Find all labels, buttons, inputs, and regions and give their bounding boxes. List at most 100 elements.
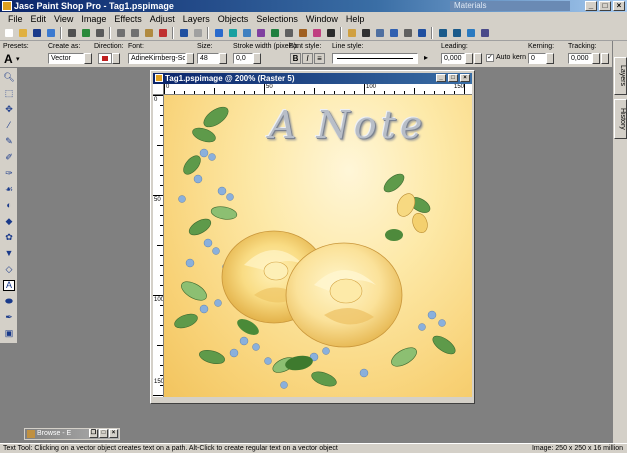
kerning-spinner[interactable] xyxy=(546,53,554,64)
close-button[interactable]: × xyxy=(613,1,625,11)
window-tile-icon[interactable] xyxy=(436,26,449,39)
preset-shape-tool-icon[interactable]: ⬬ xyxy=(3,296,15,307)
menu-objects[interactable]: Objects xyxy=(214,14,253,24)
create-as-select[interactable]: Vector xyxy=(48,53,84,64)
maximize-button[interactable]: □ xyxy=(599,1,611,11)
toggle-palettes-icon[interactable] xyxy=(464,26,477,39)
brush-icon[interactable] xyxy=(359,26,372,39)
document-minimize-button[interactable]: _ xyxy=(436,74,446,82)
tool-palette-icon[interactable] xyxy=(226,26,239,39)
zoom-icon[interactable] xyxy=(345,26,358,39)
auto-kern-checkbox[interactable]: ✓ xyxy=(486,54,494,62)
direction-dropdown-button[interactable] xyxy=(112,53,120,64)
vertical-ruler[interactable]: 0 50 100 150 xyxy=(153,95,164,397)
air-brush-tool-icon[interactable]: ◇ xyxy=(3,264,15,275)
learning-center-icon[interactable] xyxy=(324,26,337,39)
text-preset-icon[interactable]: A xyxy=(4,52,13,66)
menu-effects[interactable]: Effects xyxy=(110,14,145,24)
italic-button[interactable]: I xyxy=(302,53,313,64)
leading-input[interactable]: 0,000 xyxy=(441,53,465,64)
pen-tool-icon[interactable]: ✒ xyxy=(3,312,15,323)
camera-icon[interactable] xyxy=(93,26,106,39)
pan-icon[interactable] xyxy=(373,26,386,39)
picture-tube-tool-icon[interactable]: ✿ xyxy=(3,232,15,243)
font-dropdown-button[interactable] xyxy=(186,53,194,64)
open-folder-icon[interactable] xyxy=(16,26,29,39)
browse-maximize-button[interactable]: □ xyxy=(99,429,108,438)
customize-icon[interactable] xyxy=(478,26,491,39)
redo-icon[interactable] xyxy=(191,26,204,39)
menu-adjust[interactable]: Adjust xyxy=(146,14,179,24)
object-selector-tool-icon[interactable]: ▣ xyxy=(3,328,15,339)
move-tool-icon[interactable]: ✥ xyxy=(3,104,15,115)
lighten-darken-tool-icon[interactable]: ✑ xyxy=(3,168,15,179)
window-cascade-icon[interactable] xyxy=(450,26,463,39)
document-maximize-button[interactable]: □ xyxy=(448,74,458,82)
document-icon[interactable] xyxy=(155,74,163,82)
paste-icon[interactable] xyxy=(142,26,155,39)
new-file-icon[interactable] xyxy=(2,26,15,39)
kerning-input[interactable]: 0 xyxy=(528,53,546,64)
undo-icon[interactable] xyxy=(177,26,190,39)
stroke-width-input[interactable]: 0,0 xyxy=(233,53,253,64)
document-title-bar[interactable]: Tag1.pspimage @ 200% (Raster 5) _ □ × xyxy=(153,73,472,84)
browse-window-minimized[interactable]: Browse - E ❐ □ × xyxy=(24,428,120,440)
menu-selections[interactable]: Selections xyxy=(252,14,302,24)
script-icon[interactable] xyxy=(296,26,309,39)
menu-view[interactable]: View xyxy=(50,14,77,24)
horizontal-ruler[interactable]: 0 50 100 150 xyxy=(164,84,472,95)
materials-palette-title[interactable]: Materials xyxy=(450,1,570,11)
history-tab[interactable]: History xyxy=(614,99,627,139)
bold-button[interactable]: B xyxy=(290,53,301,64)
menu-window[interactable]: Window xyxy=(302,14,342,24)
dropper-tool-icon[interactable]: ⁄ xyxy=(3,120,15,131)
menu-file[interactable]: File xyxy=(4,14,27,24)
size-select[interactable]: 48 xyxy=(197,53,219,64)
chevron-down-icon[interactable]: ▾ xyxy=(16,55,20,63)
guides-icon[interactable] xyxy=(415,26,428,39)
app-icon[interactable] xyxy=(2,1,12,11)
text-tool-icon[interactable]: A xyxy=(3,280,15,291)
menu-layers[interactable]: Layers xyxy=(179,14,214,24)
create-as-dropdown-button[interactable] xyxy=(84,53,92,64)
ruler-icon[interactable] xyxy=(401,26,414,39)
materials-icon[interactable] xyxy=(240,26,253,39)
line-style-arrow-icon[interactable]: ▸ xyxy=(424,53,428,62)
scan-icon[interactable] xyxy=(79,26,92,39)
line-style-select[interactable] xyxy=(332,53,418,64)
size-dropdown-button[interactable] xyxy=(219,53,227,64)
zoom-tool-icon[interactable]: 🔍︎ xyxy=(3,72,15,83)
overview-icon[interactable] xyxy=(268,26,281,39)
selection-tool-icon[interactable]: ⬚ xyxy=(3,88,15,99)
stroke-width-spinner[interactable] xyxy=(253,53,261,64)
effects-icon[interactable] xyxy=(310,26,323,39)
document-close-button[interactable]: × xyxy=(460,74,470,82)
flood-fill-tool-icon[interactable]: ▼ xyxy=(3,248,15,259)
tracking-input[interactable]: 0,000 xyxy=(568,53,592,64)
browse-restore-button[interactable]: ❐ xyxy=(89,429,98,438)
print-icon[interactable] xyxy=(65,26,78,39)
copy-icon[interactable] xyxy=(128,26,141,39)
paint-brush-tool-icon[interactable]: ✎ xyxy=(3,136,15,147)
tracking-spinner[interactable] xyxy=(592,53,600,64)
browse-icon[interactable] xyxy=(44,26,57,39)
smudge-tool-icon[interactable]: ☙ xyxy=(3,184,15,195)
menu-help[interactable]: Help xyxy=(342,14,369,24)
leading-slider-button[interactable] xyxy=(474,53,482,64)
clone-brush-tool-icon[interactable]: ✐ xyxy=(3,152,15,163)
minimize-button[interactable]: _ xyxy=(585,1,597,11)
cut-icon[interactable] xyxy=(114,26,127,39)
browse-close-button[interactable]: × xyxy=(109,429,118,438)
grid-icon[interactable] xyxy=(387,26,400,39)
menu-edit[interactable]: Edit xyxy=(27,14,51,24)
delete-icon[interactable] xyxy=(156,26,169,39)
sharpen-tool-icon[interactable]: ◐ xyxy=(3,200,15,211)
alignment-button[interactable]: ≡ xyxy=(314,53,325,64)
save-icon[interactable] xyxy=(30,26,43,39)
direction-select[interactable] xyxy=(98,53,112,64)
document-window[interactable]: Tag1.pspimage @ 200% (Raster 5) _ □ × 0 … xyxy=(150,70,475,404)
leading-spinner[interactable] xyxy=(465,53,473,64)
font-select[interactable]: AdineKirnberg-Scrip xyxy=(128,53,186,64)
layers-tab[interactable]: Layers xyxy=(614,57,627,95)
layers-icon[interactable] xyxy=(254,26,267,39)
